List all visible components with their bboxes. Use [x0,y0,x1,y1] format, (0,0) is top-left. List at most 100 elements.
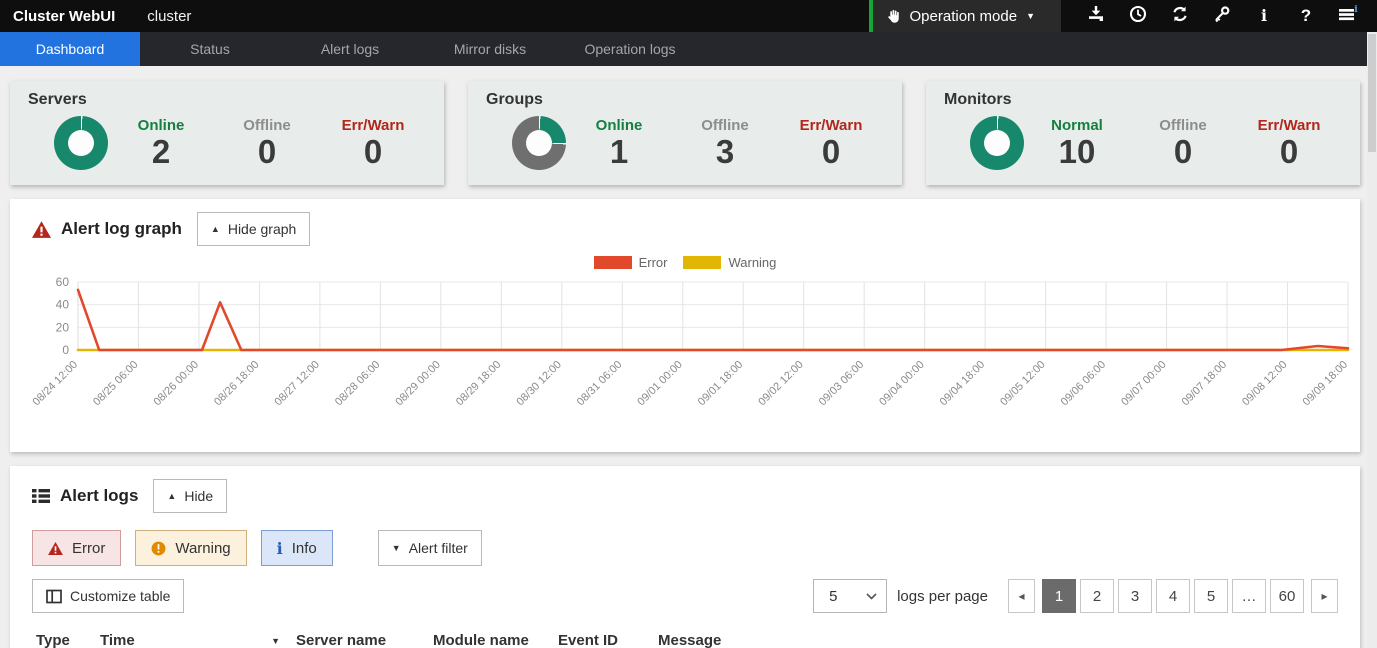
download-icon [1087,5,1105,27]
column-label: Type [36,632,70,648]
stat-value: 3 [672,135,778,170]
toolbar: i?i [1061,0,1377,32]
tab-dashboard[interactable]: Dashboard [0,32,140,66]
pager-page-5[interactable]: 5 [1194,579,1228,613]
stat-value: 0 [778,135,884,170]
stat-label: Err/Warn [778,117,884,134]
card-title: Monitors [944,91,1342,109]
card-monitors: MonitorsNormal10Offline0Err/Warn0 [926,81,1360,185]
column-header-server-name[interactable]: Server name [296,632,433,648]
stat-value: 0 [320,135,426,170]
clock-icon [1129,5,1147,28]
svg-text:09/03 06:00: 09/03 06:00 [817,359,867,409]
stat-label: Normal [1024,117,1130,134]
column-header-event-id[interactable]: Event ID [558,632,658,648]
scrollbar-thumb[interactable] [1368,34,1376,152]
tab-status[interactable]: Status [140,32,280,66]
warning-filter-button[interactable]: Warning [135,530,246,566]
key-button[interactable] [1201,0,1243,32]
chevron-up-icon: ▲ [167,491,176,501]
logs-per-page-value: 5 [829,588,866,605]
logs-panel-header: Alert logs ▲ Hide [10,466,1360,513]
hide-graph-button[interactable]: ▲ Hide graph [197,212,310,246]
svg-text:08/24 12:00: 08/24 12:00 [31,359,81,409]
key-icon [1213,5,1231,28]
svg-text:08/25 06:00: 08/25 06:00 [91,359,141,409]
log-filter-row: Error Warning iInfo ▼Alert filter [32,530,1360,566]
operation-mode-dropdown[interactable]: Operation mode ▼ [869,0,1062,32]
stat-err-warn: Err/Warn0 [1236,117,1342,170]
legend-label: Error [639,255,668,270]
stat-value: 0 [1130,135,1236,170]
help-button[interactable]: ? [1285,0,1327,32]
alert-filter-button[interactable]: ▼Alert filter [378,530,482,566]
svg-text:09/09 18:00: 09/09 18:00 [1301,359,1351,409]
svg-text:08/28 06:00: 08/28 06:00 [333,359,383,409]
legend-item-error: Error [594,255,668,270]
svg-text:20: 20 [56,320,70,334]
card-body: Online1Offline3Err/Warn0 [486,116,884,170]
error-filter-button[interactable]: Error [32,530,121,566]
svg-text:i: i [1354,5,1358,15]
svg-text:08/29 18:00: 08/29 18:00 [454,359,504,409]
pager-page-3[interactable]: 3 [1118,579,1152,613]
hand-icon [886,9,901,24]
donut-chart [512,116,566,170]
pager-ellipsis[interactable]: … [1232,579,1266,613]
info-letter-icon: i [277,539,283,558]
pager-page-4[interactable]: 4 [1156,579,1190,613]
column-header-message[interactable]: Message [658,632,958,648]
column-label: Message [658,632,721,648]
chevron-down-icon [866,593,877,600]
card-stats: Online1Offline3Err/Warn0 [566,117,884,170]
alert-filter-label: Alert filter [409,540,468,556]
svg-text:09/04 18:00: 09/04 18:00 [938,359,988,409]
column-header-type[interactable]: Type [36,632,100,648]
hide-logs-label: Hide [184,488,213,504]
stat-label: Online [108,117,214,134]
info-filter-button[interactable]: iInfo [261,530,333,566]
column-label: Event ID [558,632,618,648]
pager-page-60[interactable]: 60 [1270,579,1304,613]
tab-mirror-disks[interactable]: Mirror disks [420,32,560,66]
refresh-button[interactable] [1159,0,1201,32]
column-header-module-name[interactable]: Module name [433,632,558,648]
pager-page-2[interactable]: 2 [1080,579,1114,613]
filter-label: Warning [175,540,230,557]
stat-label: Offline [672,117,778,134]
pager-page-1[interactable]: 1 [1042,579,1076,613]
mode-indicator-bar [869,0,873,32]
tab-alert-logs[interactable]: Alert logs [280,32,420,66]
clock-button[interactable] [1117,0,1159,32]
svg-text:08/30 12:00: 08/30 12:00 [514,359,564,409]
card-groups: Groups Online1Offline3Err/Warn0 [468,81,902,185]
manual-button[interactable]: i [1327,0,1369,32]
hide-logs-button[interactable]: ▲ Hide [153,479,227,513]
tab-operation-logs[interactable]: Operation logs [560,32,700,66]
column-label: Server name [296,632,386,648]
chart-legend: Error Warning [10,255,1360,270]
legend-item-warning: Warning [683,255,776,270]
svg-text:09/04 00:00: 09/04 00:00 [877,359,927,409]
column-header-time[interactable]: Time▼ [100,632,296,648]
legend-swatch [683,256,721,269]
svg-text:09/07 00:00: 09/07 00:00 [1119,359,1169,409]
svg-text:08/26 00:00: 08/26 00:00 [151,359,201,409]
download-button[interactable] [1075,0,1117,32]
vertical-scrollbar[interactable] [1367,32,1377,648]
logs-per-page-select[interactable]: 5 [813,579,887,613]
card-title: Groups [486,91,884,109]
customize-table-button[interactable]: Customize table [32,579,184,613]
column-label: Module name [433,632,529,648]
pager-next-button[interactable]: ▸ [1311,579,1338,613]
alert-logs-panel: Alert logs ▲ Hide Error Warning iInfo ▼Aler… [10,466,1360,648]
pager-prev-button[interactable]: ◂ [1008,579,1035,613]
info-button[interactable]: i [1243,0,1285,32]
stat-value: 0 [1236,135,1342,170]
svg-text:0: 0 [62,343,69,357]
stat-value: 2 [108,135,214,170]
manual-icon: i [1338,5,1358,27]
stat-value: 10 [1024,135,1130,170]
donut-chart [54,116,108,170]
stat-label: Err/Warn [1236,117,1342,134]
